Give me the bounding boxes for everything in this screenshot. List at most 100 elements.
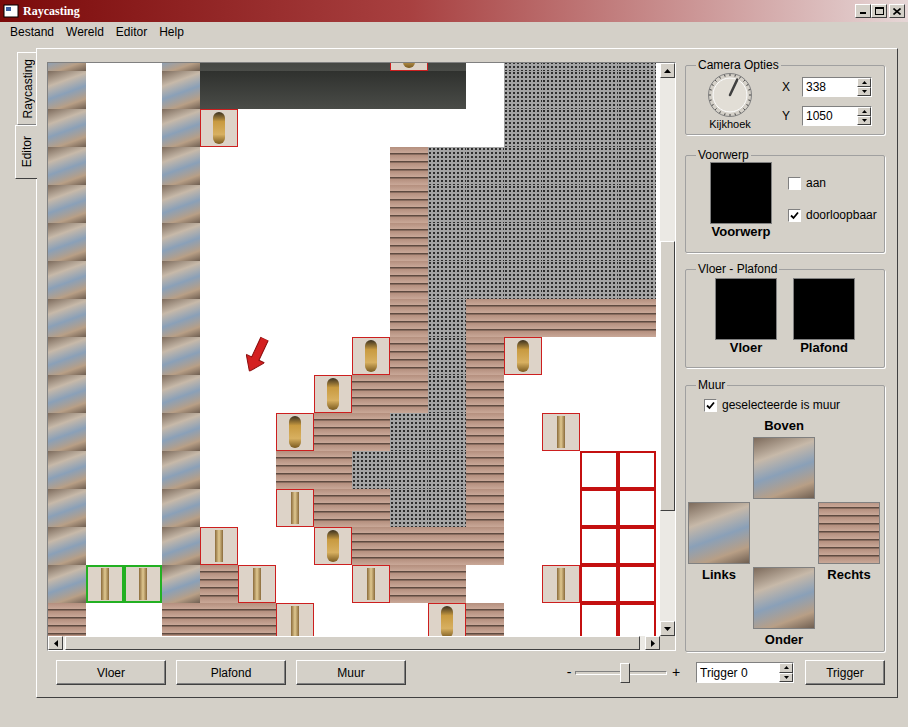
map-cell[interactable] [504,109,542,147]
map-cell[interactable] [86,223,124,261]
map-cell[interactable] [48,299,86,337]
map-cell[interactable] [124,451,162,489]
map-cell[interactable] [618,413,656,451]
map-cell[interactable] [618,299,656,337]
texture-slot[interactable] [793,278,855,340]
map-cell[interactable] [390,109,428,147]
menu-item[interactable]: Help [153,23,190,41]
y-input[interactable] [803,107,857,125]
map-cell[interactable] [162,63,200,71]
map-cell[interactable] [466,185,504,223]
map-cell[interactable] [48,413,86,451]
map-cell[interactable] [618,223,656,261]
map-cell[interactable] [314,109,352,147]
map-cell[interactable] [238,261,276,299]
map-cell[interactable] [238,375,276,413]
maximize-button[interactable] [871,4,887,18]
map-cell[interactable] [466,109,504,147]
minimize-button[interactable] [855,4,871,18]
map-cell[interactable] [276,299,314,337]
map-cell[interactable] [580,413,618,451]
map-cell[interactable] [352,185,390,223]
tool-button[interactable]: Plafond [176,660,286,685]
map-cell[interactable] [124,337,162,375]
map-cell[interactable] [580,527,618,565]
map-cell[interactable] [314,147,352,185]
map-cell[interactable] [390,147,428,185]
scroll-down-button[interactable] [660,621,675,636]
map-cell[interactable] [124,109,162,147]
map-cell[interactable] [48,261,86,299]
map-cell[interactable] [200,413,238,451]
map-cell[interactable] [428,71,466,109]
vertical-scrollbar[interactable] [660,63,675,636]
map-cell[interactable] [390,71,428,109]
checkbox[interactable] [788,177,801,190]
map-cell[interactable] [200,185,238,223]
map-cell[interactable] [124,489,162,527]
map-cell[interactable] [618,603,656,636]
map-cell[interactable] [390,565,428,603]
map-cell[interactable] [466,63,504,71]
map-cell[interactable] [390,185,428,223]
y-spinbox[interactable] [802,106,872,126]
map-cell[interactable] [428,527,466,565]
close-button[interactable] [889,4,905,18]
map-cell[interactable] [352,223,390,261]
map-cell[interactable] [86,261,124,299]
map-cell[interactable] [466,603,504,636]
map-cell[interactable] [162,375,200,413]
zoom-minus[interactable]: - [563,662,575,683]
map-cell[interactable] [276,223,314,261]
map-cell[interactable] [124,603,162,636]
map-cell[interactable] [200,147,238,185]
map-cell[interactable] [504,603,542,636]
map-cell[interactable] [504,375,542,413]
map-cell[interactable] [580,185,618,223]
map-cell[interactable] [238,147,276,185]
tool-button[interactable]: Muur [296,660,406,685]
map-canvas[interactable] [48,63,660,636]
map-cell[interactable] [618,261,656,299]
map-cell[interactable] [238,489,276,527]
map-cell[interactable] [162,223,200,261]
map-cell[interactable] [542,109,580,147]
menu-item[interactable]: Editor [110,23,153,41]
map-cell[interactable] [542,261,580,299]
map-cell[interactable] [428,109,466,147]
wall-texture[interactable] [753,437,815,499]
map-cell[interactable] [238,71,276,109]
map-cell[interactable] [580,299,618,337]
map-cell[interactable] [48,63,86,71]
map-cell[interactable] [124,413,162,451]
map-cell[interactable] [314,337,352,375]
map-cell[interactable] [200,603,238,636]
map-cell[interactable] [162,299,200,337]
map-cell[interactable] [504,337,542,375]
map-cell[interactable] [580,565,618,603]
zoom-slider[interactable] [575,661,667,685]
map-cell[interactable] [428,603,466,636]
map-cell[interactable] [162,565,200,603]
map-cell[interactable] [466,71,504,109]
map-cell[interactable] [124,565,162,603]
map-cell[interactable] [86,565,124,603]
map-cell[interactable] [352,147,390,185]
map-cell[interactable] [238,299,276,337]
map-cell[interactable] [618,71,656,109]
map-cell[interactable] [504,185,542,223]
map-cell[interactable] [124,185,162,223]
map-cell[interactable] [542,337,580,375]
map-cell[interactable] [238,603,276,636]
map-cell[interactable] [162,71,200,109]
map-cell[interactable] [504,489,542,527]
map-cell[interactable] [352,71,390,109]
map-cell[interactable] [314,375,352,413]
map-cell[interactable] [466,527,504,565]
trigger-button[interactable]: Trigger [805,660,885,685]
map-cell[interactable] [314,299,352,337]
map-cell[interactable] [162,109,200,147]
map-cell[interactable] [48,375,86,413]
map-cell[interactable] [276,413,314,451]
map-cell[interactable] [238,527,276,565]
